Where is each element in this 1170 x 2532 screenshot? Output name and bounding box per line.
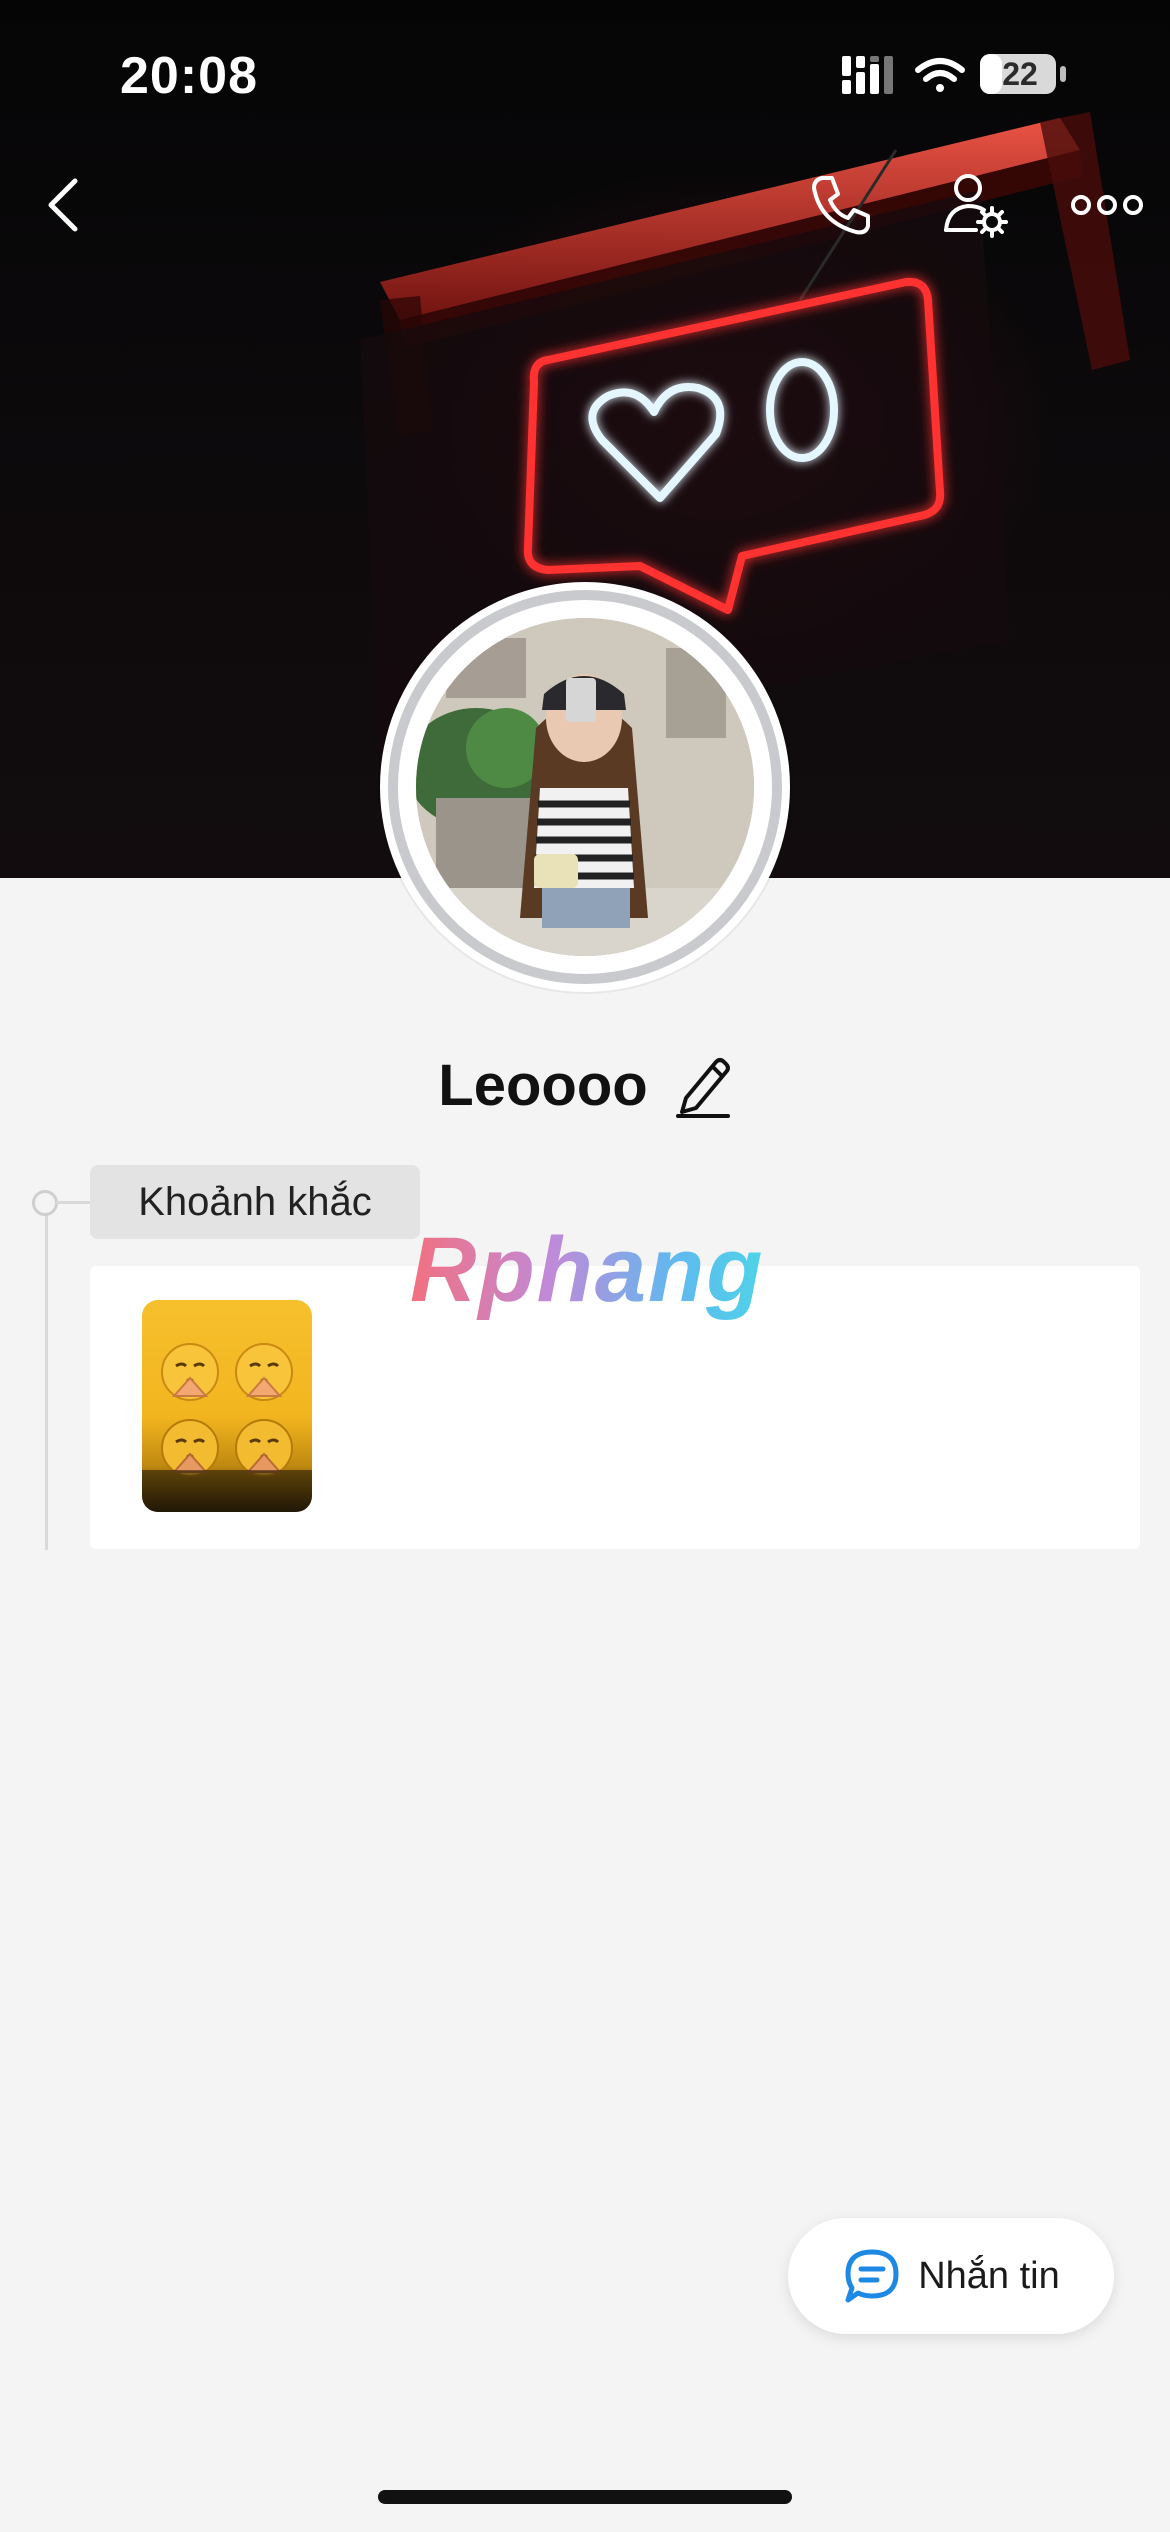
- chat-bubble-icon: [845, 2249, 899, 2303]
- profile-name-row: Leoooo: [0, 1040, 1170, 1130]
- chevron-left-icon: [48, 178, 78, 232]
- profile-screen: 20:08 22 Leoooo Khoảnh khắc Rphang Nhắn …: [0, 0, 1170, 2532]
- pencil-icon[interactable]: [672, 1052, 732, 1118]
- wifi-icon: [915, 58, 965, 92]
- praying-face-icon: [142, 1343, 312, 1512]
- status-icons: 22: [840, 50, 1090, 100]
- timeline-connector: [56, 1201, 90, 1204]
- moment-thumbnail[interactable]: [142, 1300, 312, 1512]
- watermark-logo: Rphang: [410, 1219, 765, 1321]
- more-dots-icon: [1071, 195, 1143, 215]
- profile-settings-button[interactable]: [930, 160, 1020, 250]
- timeline-dot: [32, 1190, 58, 1216]
- more-button[interactable]: [1062, 160, 1152, 250]
- battery-level: 22: [1002, 56, 1038, 92]
- timeline-line: [45, 1198, 48, 1550]
- status-time: 20:08: [120, 47, 258, 105]
- user-gear-icon: [944, 174, 1008, 238]
- avatar[interactable]: [380, 582, 790, 992]
- avatar-photo: [416, 618, 754, 956]
- cellular-signal-icon: [842, 56, 893, 94]
- message-button[interactable]: Nhắn tin: [788, 2218, 1114, 2334]
- message-button-label: Nhắn tin: [918, 2254, 1060, 2297]
- call-button[interactable]: [796, 160, 886, 250]
- phone-icon: [812, 176, 870, 235]
- moments-section-label: Khoảnh khắc: [90, 1165, 420, 1239]
- home-indicator[interactable]: [378, 2490, 792, 2504]
- profile-name: Leoooo: [438, 1052, 648, 1118]
- back-button[interactable]: [18, 160, 108, 250]
